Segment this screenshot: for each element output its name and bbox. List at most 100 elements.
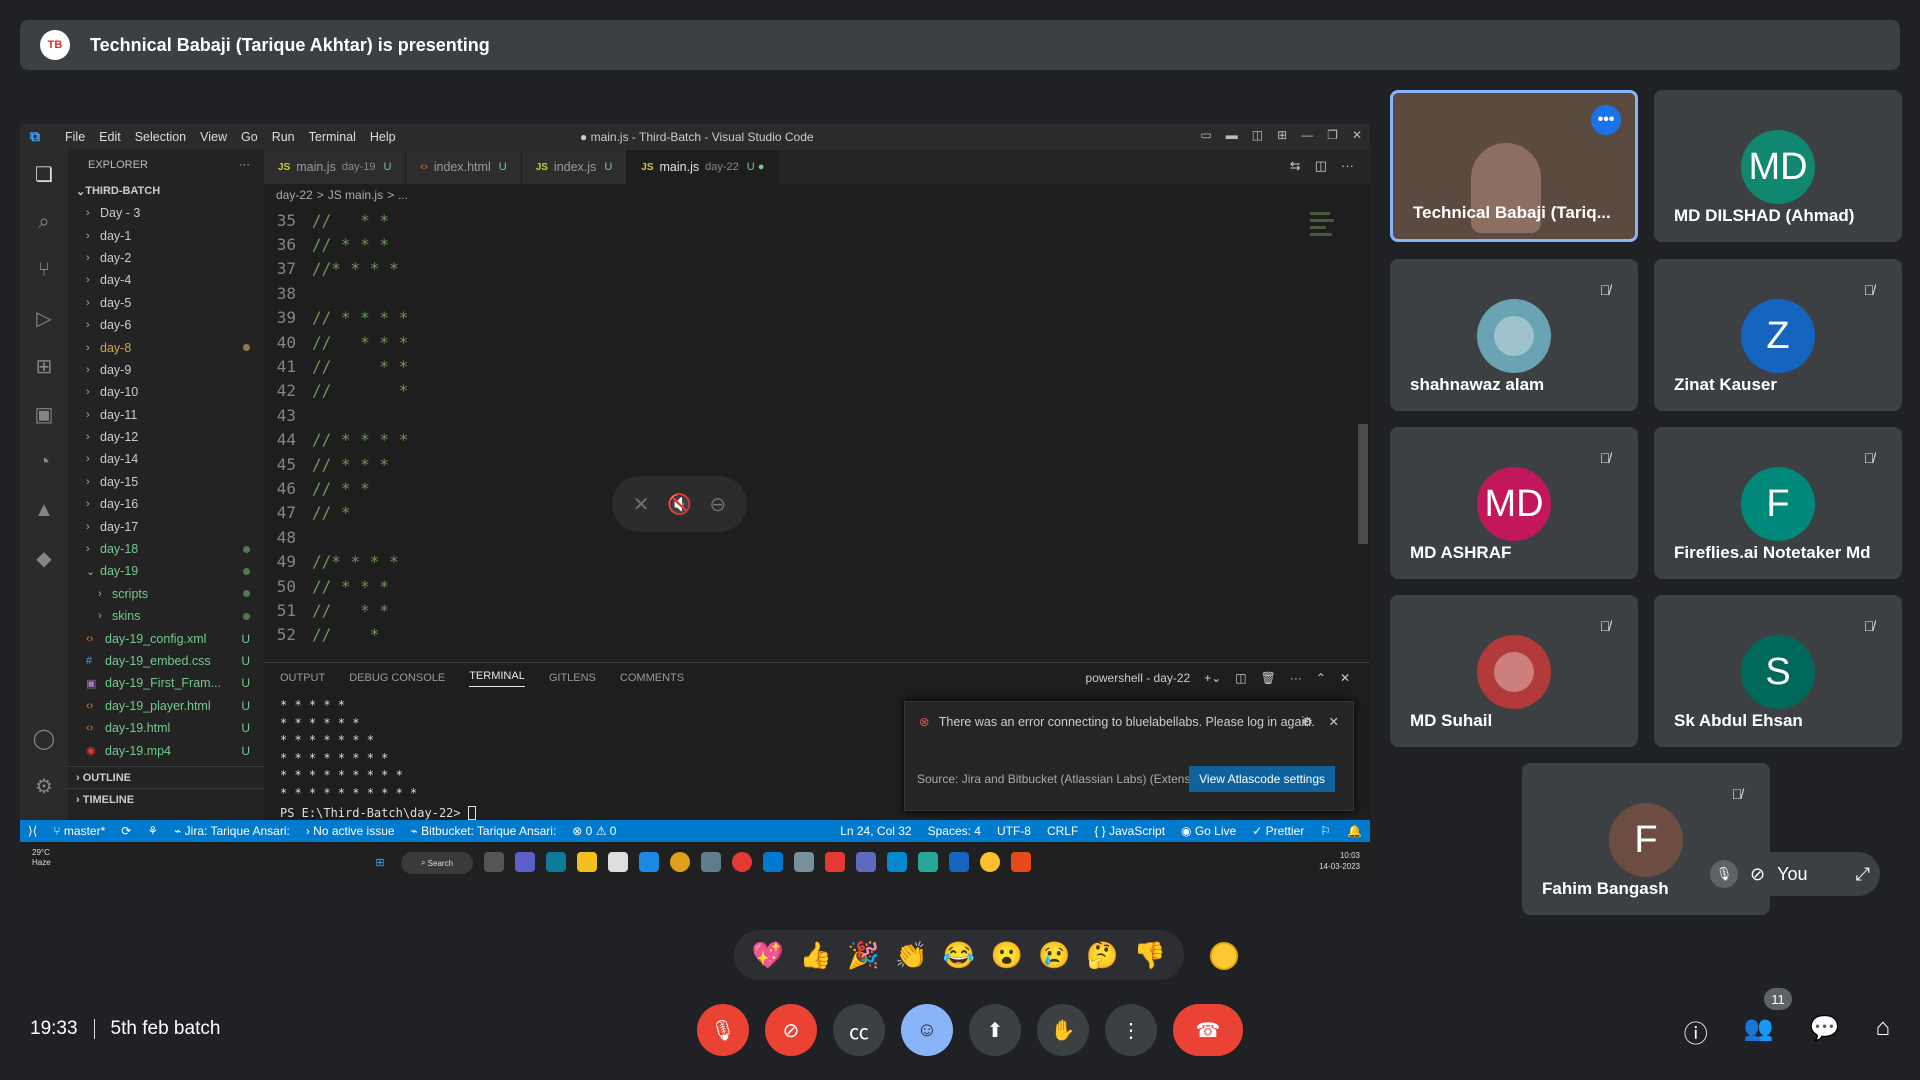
tree-item-day-11[interactable]: › day-11 <box>68 404 264 426</box>
mail-icon[interactable] <box>639 852 659 872</box>
close-icon[interactable]: ✕ <box>1329 714 1339 729</box>
prettier[interactable]: ✓ Prettier <box>1244 824 1312 838</box>
close-panel-icon[interactable]: ✕ <box>1340 671 1350 685</box>
reaction-thumbs-down[interactable]: 👎 <box>1134 940 1166 971</box>
skin-tone-picker[interactable] <box>1210 942 1238 970</box>
tree-item-day-19-mp4[interactable]: ◉ day-19.mp4 U <box>68 739 264 761</box>
tree-item-day-3[interactable]: › Day - 3 <box>68 202 264 224</box>
layout-icon[interactable]: ▭ <box>1200 128 1211 142</box>
more-options-icon[interactable]: ••• <box>1591 105 1621 135</box>
run-debug-icon[interactable]: ▷ <box>20 294 68 342</box>
minimize-icon[interactable]: — <box>1301 128 1313 142</box>
reaction-surprised[interactable]: 😮 <box>991 940 1023 971</box>
tree-item-day-15[interactable]: › day-15 <box>68 471 264 493</box>
reaction-party-popper[interactable]: 🎉 <box>847 940 879 971</box>
cursor-position[interactable]: Ln 24, Col 32 <box>832 824 919 838</box>
tree-item-day-18[interactable]: › day-18 <box>68 538 264 560</box>
compare-icon[interactable]: ⇆ <box>1290 158 1301 174</box>
outline-section[interactable]: › OUTLINE <box>68 766 264 788</box>
feedback-icon[interactable]: ⚐ <box>1312 824 1339 838</box>
tree-item-day-19-embed-css[interactable]: # day-19_embed.css U <box>68 650 264 672</box>
timeline-section[interactable]: › TIMELINE <box>68 788 264 810</box>
chrome-icon[interactable] <box>980 852 1000 872</box>
breadcrumb-item[interactable]: > <box>317 188 324 202</box>
reaction-thumbs-up[interactable]: 👍 <box>799 940 831 971</box>
tree-item-skins[interactable]: › skins <box>68 605 264 627</box>
problems-item[interactable]: ⊗ 0 ⚠ 0 <box>564 824 624 838</box>
tree-item-day-12[interactable]: › day-12 <box>68 426 264 448</box>
source-control-icon[interactable]: ⑂ <box>20 246 68 294</box>
tree-item-day-19-config-xml[interactable]: ‹› day-19_config.xml U <box>68 627 264 649</box>
reaction-crying[interactable]: 😢 <box>1038 940 1070 971</box>
tab-index-html[interactable]: ‹› index.html U <box>406 150 522 184</box>
present-button[interactable]: ⬆ <box>969 1004 1021 1056</box>
panel-tab-gitlens[interactable]: GITLENS <box>549 672 596 684</box>
volume-off-icon[interactable]: 🔇 <box>666 491 692 517</box>
split-terminal-icon[interactable]: ◫ <box>1235 671 1246 685</box>
sync-icon[interactable]: ⟳ <box>113 824 139 838</box>
settings-taskbar-icon[interactable] <box>794 852 814 872</box>
gitlens-icon[interactable]: ◔ <box>20 438 68 486</box>
tree-item-scripts[interactable]: › scripts <box>68 583 264 605</box>
reactions-button[interactable]: ☺ <box>901 1004 953 1056</box>
menu-help[interactable]: Help <box>363 130 403 144</box>
more-actions-icon[interactable]: ··· <box>1290 671 1302 685</box>
close-icon[interactable]: ✕ <box>1352 128 1362 142</box>
participant-tile-technical-babaji-tariq[interactable]: ••• Technical Babaji (Tariq... <box>1390 90 1638 242</box>
account-icon[interactable]: ◯ <box>20 714 68 762</box>
menu-terminal[interactable]: Terminal <box>302 130 363 144</box>
language-mode[interactable]: { } JavaScript <box>1086 824 1173 838</box>
gear-icon[interactable]: ⚙ <box>1302 714 1313 729</box>
camera-off-button[interactable]: ⊘ <box>765 1004 817 1056</box>
tree-item-day-16[interactable]: › day-16 <box>68 493 264 515</box>
reaction-thinking[interactable]: 🤔 <box>1086 940 1118 971</box>
issue-item[interactable]: › No active issue <box>298 824 403 838</box>
more-actions-icon[interactable]: ··· <box>1341 158 1354 174</box>
breadcrumb-item[interactable]: ... <box>398 188 408 202</box>
remote-icon[interactable]: ⟩⟨ <box>20 824 45 838</box>
reaction-tears-of-joy[interactable]: 😂 <box>943 940 975 971</box>
file-explorer-icon[interactable] <box>577 852 597 872</box>
breadcrumb-item[interactable]: > <box>387 188 394 202</box>
app-icon[interactable] <box>1011 852 1031 872</box>
docker-icon[interactable]: ◆ <box>20 534 68 582</box>
raise-hand-button[interactable]: ✋ <box>1037 1004 1089 1056</box>
encoding[interactable]: UTF-8 <box>989 824 1039 838</box>
maximize-panel-icon[interactable]: ⌃ <box>1316 671 1326 685</box>
tree-item-day-5[interactable]: › day-5 <box>68 292 264 314</box>
go-live[interactable]: ◉ Go Live <box>1173 824 1244 838</box>
teams-icon[interactable] <box>515 852 535 872</box>
menu-edit[interactable]: Edit <box>92 130 128 144</box>
tree-item-day-8[interactable]: › day-8 <box>68 336 264 358</box>
app-icon[interactable] <box>856 852 876 872</box>
app-icon[interactable] <box>825 852 845 872</box>
tree-item-day-1[interactable]: › day-1 <box>68 224 264 246</box>
menu-file[interactable]: File <box>58 130 92 144</box>
browser-icon[interactable] <box>732 852 752 872</box>
mic-off-button[interactable]: 🎙 <box>697 1004 749 1056</box>
tree-item-day-19[interactable]: ⌄ day-19 <box>68 560 264 582</box>
participant-tile-md-suhail[interactable]: 🎙̸ MD Suhail <box>1390 595 1638 747</box>
tree-item-day-2[interactable]: › day-2 <box>68 247 264 269</box>
taskbar-search[interactable]: ⌕ Search <box>401 852 473 874</box>
tab-main-js-day-19[interactable]: JS main.js day-19 U <box>264 150 407 184</box>
start-icon[interactable]: ⊞ <box>370 852 390 872</box>
taskbar-clock[interactable]: 10:03 14-03-2023 <box>1319 850 1360 872</box>
task-view-icon[interactable] <box>484 852 504 872</box>
search-icon[interactable]: ⌕ <box>20 198 68 246</box>
line-ending[interactable]: CRLF <box>1039 824 1086 838</box>
store-icon[interactable] <box>608 852 628 872</box>
info-icon[interactable]: ⓘ <box>1684 1014 1708 1049</box>
edge-icon[interactable] <box>546 852 566 872</box>
participant-tile-fireflies-ai-notetaker-md[interactable]: F 🎙̸ Fireflies.ai Notetaker Md <box>1654 427 1902 579</box>
menu-view[interactable]: View <box>193 130 234 144</box>
split-icon[interactable]: ◫ <box>1252 128 1263 142</box>
tree-item-day-9[interactable]: › day-9 <box>68 359 264 381</box>
editor-scrollbar[interactable] <box>1358 424 1368 544</box>
extensions-icon[interactable]: ⊞ <box>20 342 68 390</box>
leave-call-button[interactable]: ☎ <box>1173 1004 1243 1056</box>
chrome-icon[interactable] <box>670 852 690 872</box>
weather-widget[interactable]: 29°C Haze <box>32 848 51 868</box>
mic-off-icon[interactable]: 🎙 <box>1710 860 1738 888</box>
settings-gear-icon[interactable]: ⚙ <box>20 762 68 810</box>
